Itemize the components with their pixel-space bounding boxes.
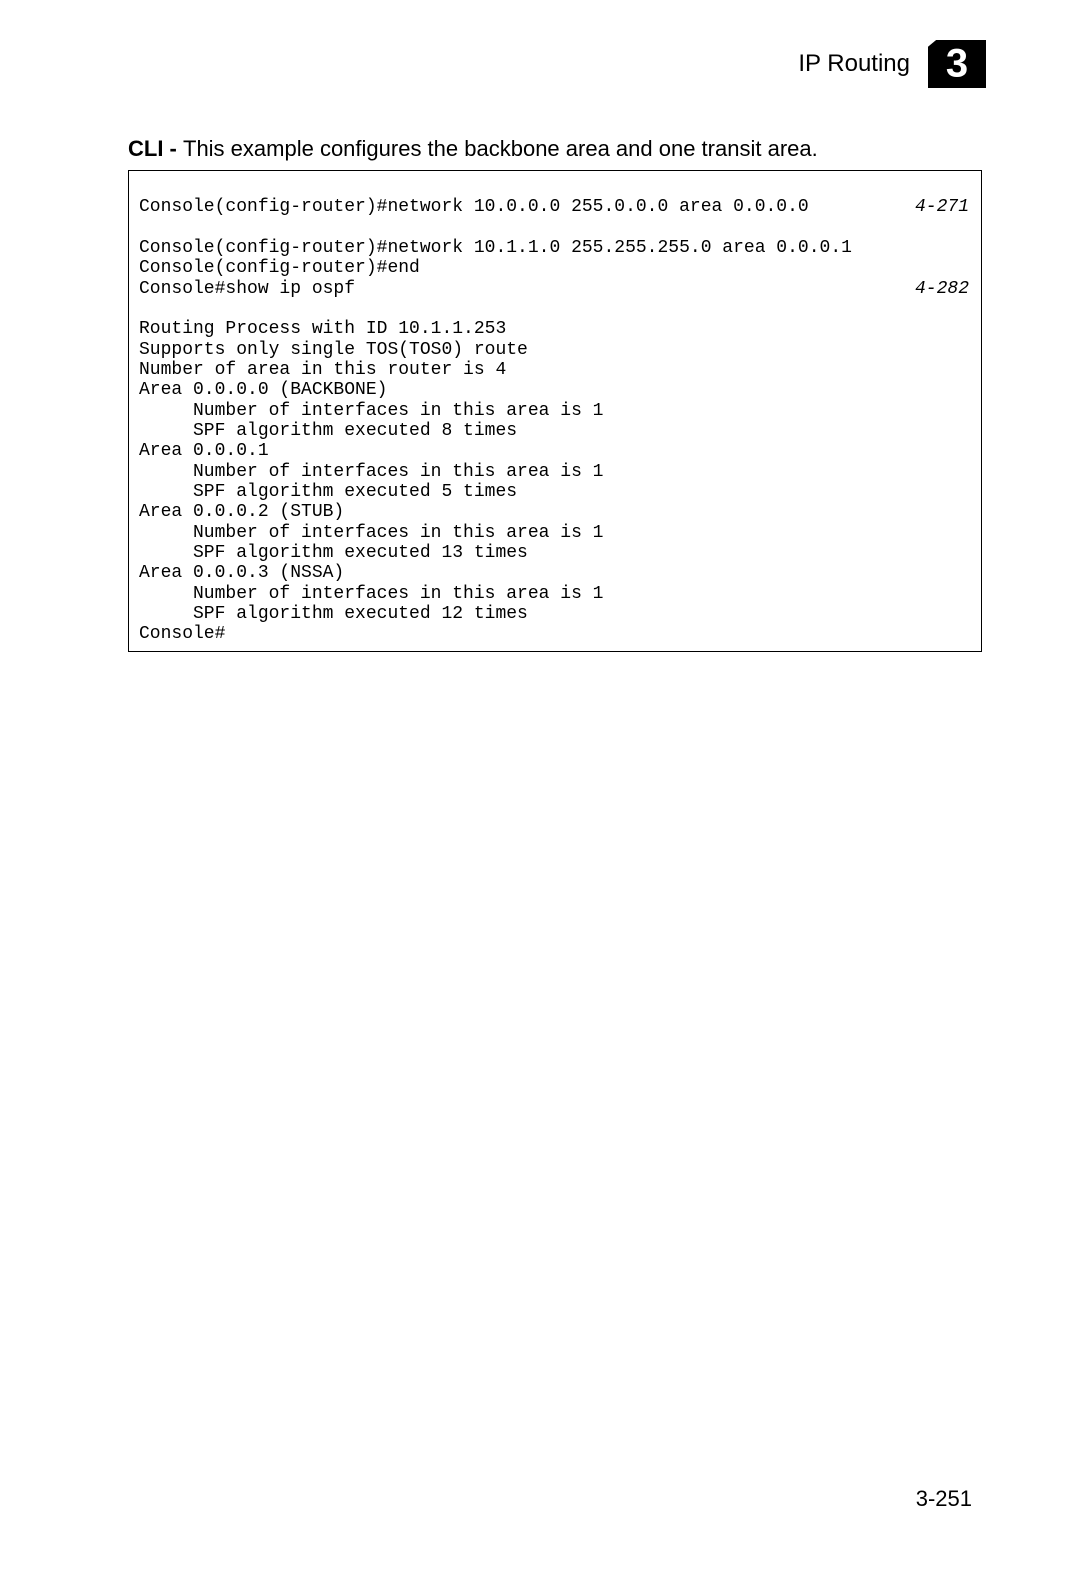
cli-line: Number of interfaces in this area is 1 [139, 462, 603, 482]
cli-line: Number of interfaces in this area is 1 [139, 523, 603, 543]
chapter-badge: 3 [928, 40, 986, 88]
cli-line: SPF algorithm executed 5 times [139, 482, 517, 502]
cli-line: Console(config-router)#network 10.1.1.0 … [139, 238, 852, 258]
intro-bold: CLI - [128, 136, 183, 161]
cli-line: SPF algorithm executed 8 times [139, 421, 517, 441]
cli-line: Area 0.0.0.1 [139, 441, 269, 461]
cli-line: Console(config-router)#network 10.0.0.0 … [139, 197, 971, 217]
cli-line: Console(config-router)#end [139, 258, 420, 278]
cli-line: SPF algorithm executed 12 times [139, 604, 528, 624]
cli-line: Number of interfaces in this area is 1 [139, 584, 603, 604]
cli-line: Number of interfaces in this area is 1 [139, 401, 603, 421]
cli-line: Console#show ip ospf 4-282 [139, 279, 971, 299]
page-number: 3-251 [916, 1486, 972, 1512]
cli-text: Console(config-router)#network 10.0.0.0 … [139, 197, 809, 217]
header-title: IP Routing [798, 50, 910, 78]
cli-line: SPF algorithm executed 13 times [139, 543, 528, 563]
cli-ref: 4-282 [915, 279, 971, 299]
cli-line: Supports only single TOS(TOS0) route [139, 340, 528, 360]
cli-ref: 4-271 [915, 197, 971, 217]
cli-output-box: Console(config-router)#network 10.0.0.0 … [128, 170, 982, 652]
chapter-number: 3 [946, 42, 968, 87]
cli-text: Console#show ip ospf [139, 279, 355, 299]
cli-line: Area 0.0.0.0 (BACKBONE) [139, 380, 387, 400]
intro-body: This example configures the backbone are… [183, 136, 818, 161]
intro-text: CLI - This example configures the backbo… [128, 134, 818, 165]
cli-line: Area 0.0.0.3 (NSSA) [139, 563, 344, 583]
page-header: IP Routing 3 [798, 40, 986, 88]
cli-line: Console# [139, 624, 225, 644]
cli-line: Routing Process with ID 10.1.1.253 [139, 319, 506, 339]
cli-line: Area 0.0.0.2 (STUB) [139, 502, 344, 522]
cli-line: Number of area in this router is 4 [139, 360, 506, 380]
